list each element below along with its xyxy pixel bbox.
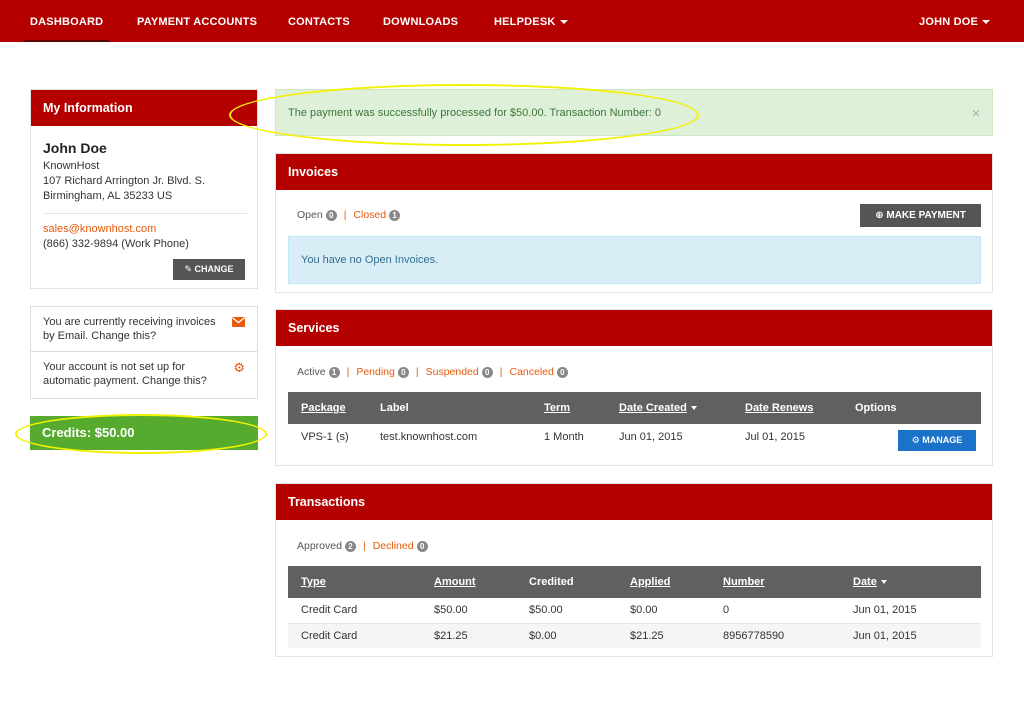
filter-pending[interactable]: Pending 0 bbox=[356, 366, 409, 378]
chevron-down-icon bbox=[559, 20, 568, 25]
service-date-renews: Jul 01, 2015 bbox=[745, 431, 805, 443]
services-title: Services bbox=[276, 310, 992, 346]
make-payment-button[interactable]: ⊕ MAKE PAYMENT bbox=[860, 204, 981, 227]
gear-icon: ⚙ bbox=[233, 360, 245, 375]
service-label: test.knownhost.com bbox=[380, 431, 478, 443]
envelope-icon bbox=[232, 316, 245, 330]
col-credited: Credited bbox=[529, 576, 574, 588]
filter-declined[interactable]: Declined 0 bbox=[373, 540, 428, 552]
table-row: Credit Card $21.25 $0.00 $21.25 89567785… bbox=[288, 623, 981, 648]
txn-number: 8956778590 bbox=[723, 630, 785, 642]
my-information-title: My Information bbox=[31, 90, 257, 126]
col-label: Label bbox=[380, 402, 409, 414]
gear-icon: ⚙ bbox=[911, 435, 920, 445]
account-email-link[interactable]: sales@knownhost.com bbox=[43, 222, 247, 237]
nav-user-label: JOHN DOE bbox=[919, 16, 979, 28]
make-payment-label: MAKE PAYMENT bbox=[886, 210, 966, 221]
my-information-panel: My Information John Doe KnownHost 107 Ri… bbox=[30, 89, 258, 289]
pencil-icon: ✎ bbox=[184, 264, 192, 274]
payment-success-alert: The payment was successfully processed f… bbox=[275, 89, 993, 136]
txn-amount: $50.00 bbox=[434, 604, 468, 616]
services-table-header: Package Label Term Date Created Date Ren… bbox=[288, 392, 981, 424]
transactions-panel: Transactions Approved 2 | Declined 0 Type Am… bbox=[275, 483, 993, 657]
nav-user-menu[interactable]: JOHN DOE bbox=[919, 0, 991, 42]
manage-label: MANAGE bbox=[922, 435, 963, 445]
txn-type: Credit Card bbox=[301, 630, 358, 642]
payment-success-message: The payment was successfully processed f… bbox=[288, 107, 661, 119]
txn-applied: $21.25 bbox=[630, 630, 664, 642]
txn-applied: $0.00 bbox=[630, 604, 658, 616]
autopay-notice[interactable]: Your account is not set up for automatic… bbox=[30, 352, 258, 399]
change-info-button[interactable]: ✎ CHANGE bbox=[173, 259, 245, 280]
plus-circle-icon: ⊕ bbox=[875, 210, 884, 221]
change-info-label: CHANGE bbox=[194, 264, 234, 274]
invoice-delivery-notice[interactable]: You are currently receiving invoices by … bbox=[30, 306, 258, 352]
txn-credited: $0.00 bbox=[529, 630, 557, 642]
filter-canceled[interactable]: Canceled 0 bbox=[509, 366, 568, 378]
col-date-renews[interactable]: Date Renews bbox=[745, 392, 813, 424]
close-icon[interactable]: × bbox=[972, 90, 980, 137]
invoices-title: Invoices bbox=[276, 154, 992, 190]
col-package[interactable]: Package bbox=[301, 392, 346, 424]
filter-closed[interactable]: Closed 1 bbox=[353, 209, 401, 221]
transaction-filters: Approved 2 | Declined 0 bbox=[297, 540, 428, 552]
transactions-title: Transactions bbox=[276, 484, 992, 520]
col-type[interactable]: Type bbox=[301, 566, 326, 598]
nav-dashboard[interactable]: DASHBOARD bbox=[23, 0, 110, 42]
filter-approved[interactable]: Approved 2 bbox=[297, 540, 356, 552]
col-options: Options bbox=[855, 402, 897, 414]
invoices-panel: Invoices Open 0 | Closed 1 ⊕ MAKE PAYMENT Yo… bbox=[275, 153, 993, 293]
service-filters: Active 1 | Pending 0 | Suspended 0 | Canceled 0 bbox=[297, 366, 568, 378]
divider bbox=[43, 213, 247, 214]
autopay-text: Your account is not set up for automatic… bbox=[43, 361, 207, 387]
chevron-down-icon bbox=[982, 20, 991, 25]
service-term: 1 Month bbox=[544, 431, 584, 443]
col-applied[interactable]: Applied bbox=[630, 566, 670, 598]
col-amount[interactable]: Amount bbox=[434, 566, 476, 598]
account-name: John Doe bbox=[43, 140, 107, 156]
txn-amount: $21.25 bbox=[434, 630, 468, 642]
sort-desc-icon bbox=[880, 580, 887, 585]
sort-desc-icon bbox=[690, 406, 697, 411]
table-row: Credit Card $50.00 $50.00 $0.00 0 Jun 01… bbox=[288, 598, 981, 623]
txn-date: Jun 01, 2015 bbox=[853, 604, 917, 616]
account-address-line1: 107 Richard Arrington Jr. Blvd. S. bbox=[43, 175, 206, 187]
service-package: VPS-1 (s) bbox=[301, 431, 349, 443]
invoice-delivery-text: You are currently receiving invoices by … bbox=[43, 316, 216, 342]
no-invoices-message: You have no Open Invoices. bbox=[288, 236, 981, 284]
account-phone: (866) 332-9894 (Work Phone) bbox=[43, 238, 189, 250]
top-navbar: DASHBOARD PAYMENT ACCOUNTS CONTACTS DOWN… bbox=[0, 0, 1024, 42]
nav-payment-accounts[interactable]: PAYMENT ACCOUNTS bbox=[137, 0, 257, 42]
txn-number: 0 bbox=[723, 604, 730, 616]
nav-contacts[interactable]: CONTACTS bbox=[288, 0, 350, 42]
credits-balance: Credits: $50.00 bbox=[30, 416, 258, 450]
table-row: VPS-1 (s) test.knownhost.com 1 Month Jun… bbox=[288, 425, 981, 450]
nav-helpdesk[interactable]: HELPDESK bbox=[494, 0, 568, 42]
col-date-created[interactable]: Date Created bbox=[619, 392, 697, 424]
manage-service-button[interactable]: ⚙ MANAGE bbox=[898, 430, 976, 451]
services-panel: Services Active 1 | Pending 0 | Suspended 0 | Can… bbox=[275, 309, 993, 466]
account-address-line2: Birmingham, AL 35233 US bbox=[43, 190, 173, 202]
filter-suspended[interactable]: Suspended 0 bbox=[426, 366, 493, 378]
txn-date: Jun 01, 2015 bbox=[853, 630, 917, 642]
nav-downloads[interactable]: DOWNLOADS bbox=[383, 0, 458, 42]
txn-credited: $50.00 bbox=[529, 604, 563, 616]
transactions-table-header: Type Amount Credited Applied Number Date bbox=[288, 566, 981, 598]
col-number[interactable]: Number bbox=[723, 566, 765, 598]
filter-active[interactable]: Active 1 bbox=[297, 366, 340, 378]
invoice-filters: Open 0 | Closed 1 bbox=[297, 209, 401, 221]
service-date-created: Jun 01, 2015 bbox=[619, 431, 683, 443]
nav-helpdesk-label: HELPDESK bbox=[494, 16, 556, 28]
txn-type: Credit Card bbox=[301, 604, 358, 616]
account-company: KnownHost bbox=[43, 160, 100, 172]
col-term[interactable]: Term bbox=[544, 392, 570, 424]
filter-open[interactable]: Open 0 bbox=[297, 209, 337, 221]
col-date[interactable]: Date bbox=[853, 566, 887, 598]
